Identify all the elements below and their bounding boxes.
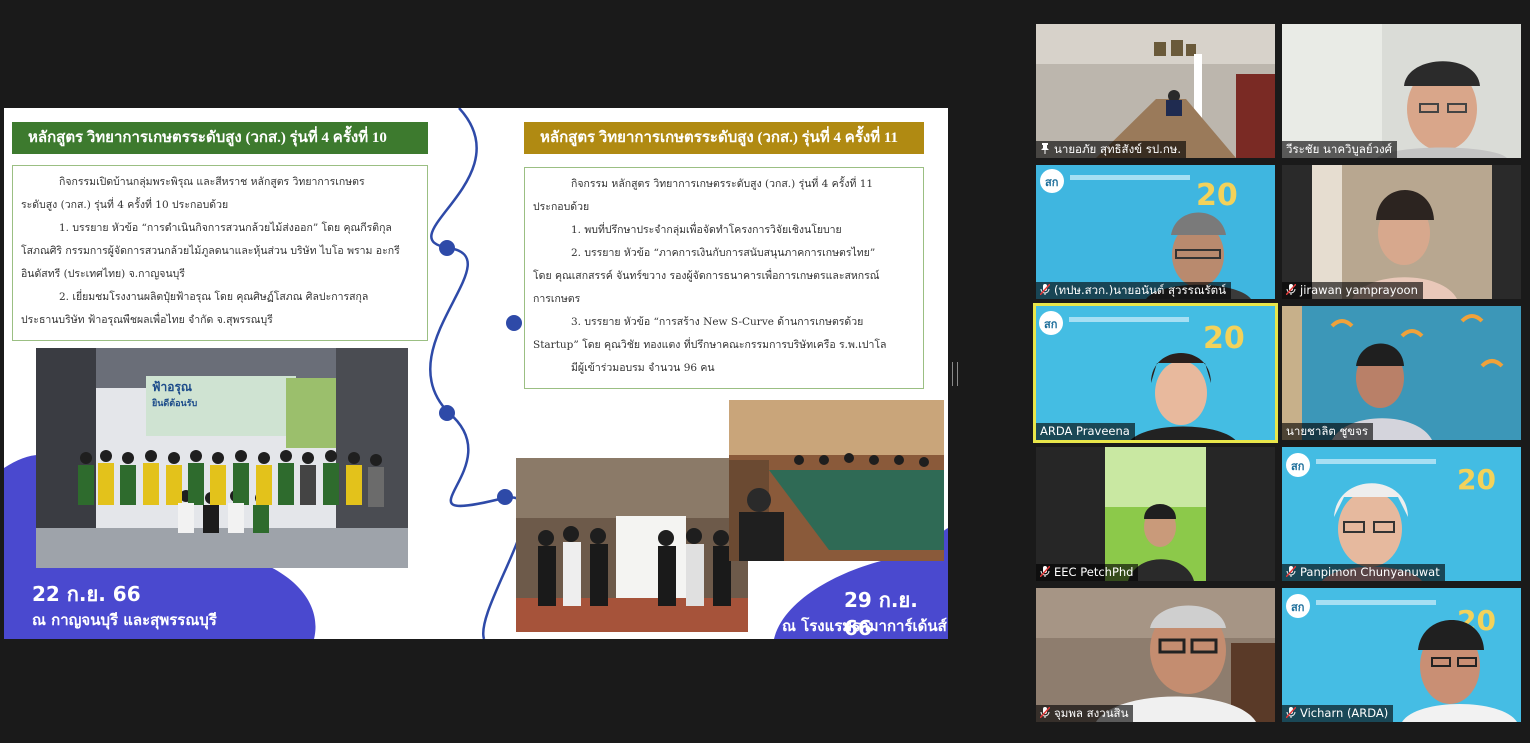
mic-muted-icon <box>1040 707 1050 718</box>
participant-tile[interactable]: สก 20 (ทปษ.สวก.)นายอนันต์ สุวรรณรัตน์ <box>1036 165 1275 299</box>
participant-tile[interactable]: วีระชัย นาควิบูลย์วงศ์ <box>1282 24 1521 158</box>
participant-tile[interactable]: สก 20 Panpimon Chunyanuwat <box>1282 447 1521 581</box>
svg-text:20: 20 <box>1196 178 1238 213</box>
participant-tile[interactable]: jirawan yamprayoon <box>1282 165 1521 299</box>
mic-muted-icon <box>1040 284 1050 295</box>
photo-meeting-room <box>729 400 944 561</box>
svg-text:20: 20 <box>1457 463 1496 496</box>
text-line: ระดับสูง (วกส.) รุ่นที่ 4 ครั้งที่ 10 ปร… <box>21 199 229 211</box>
right-place: ณ โรงแรมรามาการ์เด้นส์ <box>782 617 947 635</box>
mic-muted-icon <box>1286 566 1296 577</box>
text-line: Startup” โดย คุณวิชัย ทองแตง ที่ปรึกษาคณ… <box>533 339 887 351</box>
text-line: 1. บรรยาย หัวข้อ “การดำเนินกิจการสวนกล้ว… <box>59 222 392 234</box>
svg-text:สก: สก <box>1291 460 1305 473</box>
participant-name: นายอภัย สุทธิสังข์ รป.กษ. <box>1036 141 1187 158</box>
right-description-box: กิจกรรม หลักสูตร วิทยาการเกษตรระดับสูง (… <box>524 167 924 389</box>
group-photo-fa-arun: ฟ้าอรุณ ยินดีต้อนรับ <box>36 348 408 568</box>
text-line: กิจกรรม หลักสูตร วิทยาการเกษตรระดับสูง (… <box>571 178 874 190</box>
participant-tile-active-speaker[interactable]: สก 20 ARDA Praveena <box>1033 303 1278 443</box>
svg-text:20: 20 <box>1203 321 1245 356</box>
shared-presentation-slide: หลักสูตร วิทยาการเกษตรระดับสูง (วกส.) รุ… <box>4 108 948 639</box>
timeline-dot <box>497 489 513 505</box>
text-line: 2. บรรยาย หัวข้อ “ภาคการเงินกับการสนับสน… <box>571 247 876 259</box>
participant-name: jirawan yamprayoon <box>1282 282 1423 299</box>
left-place: ณ กาญจนบุรี และสุพรรณบุรี <box>32 611 217 629</box>
text-line: การเกษตร <box>533 293 581 305</box>
mic-muted-icon <box>1286 284 1296 295</box>
text-line: 1. พบที่ปรึกษาประจำกลุ่มเพื่อจัดทำโครงกา… <box>571 224 842 236</box>
banner-subtitle: ยินดีต้อนรับ <box>152 399 198 409</box>
text-line: ประกอบด้วย <box>533 201 590 213</box>
text-line: ประธานบริษัท ฟ้าอรุณพืชผลเพื่อไทย จำกัด … <box>21 314 273 326</box>
participant-name: จุมพล สงวนสิน <box>1036 705 1134 722</box>
left-description-box: กิจกรรมเปิดบ้านกลุ่มพระพิรุณ และสีหราช ห… <box>12 165 428 341</box>
left-date: 22 ก.ย. 66 <box>32 582 141 606</box>
svg-text:สก: สก <box>1044 318 1058 331</box>
participant-name: (ทปษ.สวก.)นายอนันต์ สุวรรณรัตน์ <box>1036 282 1232 299</box>
timeline-dot <box>506 315 522 331</box>
participant-name: Panpimon Chunyanuwat <box>1282 564 1445 581</box>
pin-icon <box>1041 143 1049 154</box>
right-section-title: หลักสูตร วิทยาการเกษตรระดับสูง (วกส.) รุ… <box>524 122 924 154</box>
text-line: 3. บรรยาย หัวข้อ “การสร้าง New S-Curve ด… <box>571 316 864 328</box>
panel-resize-handle[interactable] <box>952 362 958 386</box>
participant-tile[interactable]: จุมพล สงวนสิน <box>1036 588 1275 722</box>
participant-name: วีระชัย นาควิบูลย์วงศ์ <box>1282 141 1397 158</box>
participant-name: EEC PetchPhd <box>1036 564 1139 581</box>
mic-muted-icon <box>1286 707 1296 718</box>
participant-tile[interactable]: EEC PetchPhd <box>1036 447 1275 581</box>
banner-title: ฟ้าอรุณ <box>152 380 193 394</box>
text-line: โสภณศิริ กรรมการผู้จัดการสวนกล้วยไม้ภูลด… <box>21 245 400 257</box>
participant-tile[interactable]: นายชาลิต ชูขจร <box>1282 306 1521 440</box>
text-line: มีผู้เข้าร่วมอบรม จำนวน 96 คน <box>571 362 715 374</box>
photo-flipchart-group <box>516 458 748 632</box>
text-line: กิจกรรมเปิดบ้านกลุ่มพระพิรุณ และสีหราช ห… <box>59 176 365 188</box>
text-line: โดย คุณเสกสรรค์ จันทร์ขวาง รองผู้จัดการธ… <box>533 270 880 282</box>
left-section-title: หลักสูตร วิทยาการเกษตรระดับสูง (วกส.) รุ… <box>12 122 428 154</box>
text-line: 2. เยี่ยมชมโรงงานผลิตปุ๋ยฟ้าอรุณ โดย คุณ… <box>59 291 369 303</box>
participant-name: Vicharn (ARDA) <box>1282 705 1394 722</box>
timeline-dot <box>439 240 455 256</box>
participant-name: ARDA Praveena <box>1036 423 1135 440</box>
mic-muted-icon <box>1040 566 1050 577</box>
participant-tile[interactable]: สก 20 Vicharn (ARDA) <box>1282 588 1521 722</box>
text-line: อินดัสทรี (ประเทศไทย) จ.กาญจนบุรี <box>21 268 185 280</box>
svg-text:สก: สก <box>1045 176 1059 189</box>
participant-tile[interactable]: นายอภัย สุทธิสังข์ รป.กษ. <box>1036 24 1275 158</box>
participant-name: นายชาลิต ชูขจร <box>1282 423 1374 440</box>
svg-text:สก: สก <box>1291 601 1305 614</box>
timeline-dot <box>439 405 455 421</box>
